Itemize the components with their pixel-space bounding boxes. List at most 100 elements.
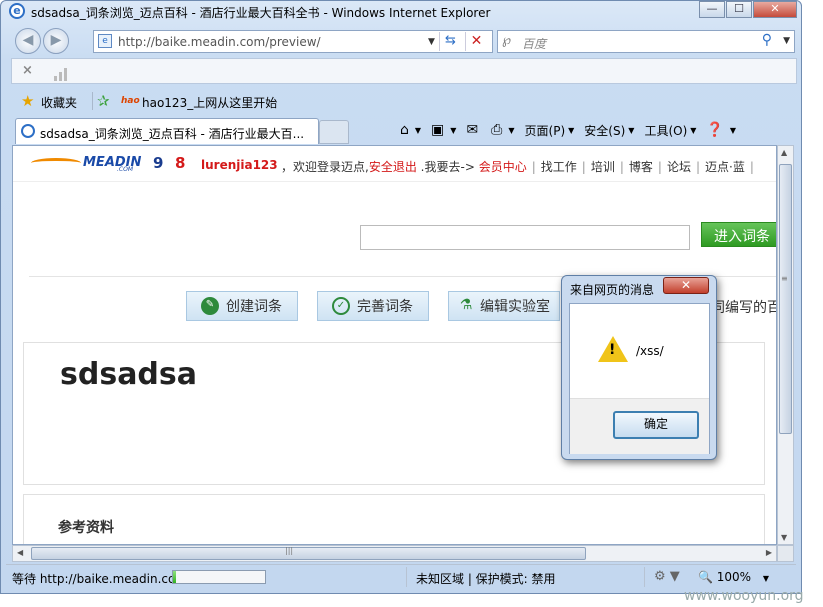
window-title: sdsadsa_词条浏览_迈点百科 - 酒店行业最大百科全书 - Windows… <box>31 6 491 20</box>
tools-menu-label: 工具(O) <box>644 123 688 138</box>
warning-mark: ! <box>609 342 616 358</box>
dialog-close-button[interactable]: ✕ <box>663 277 709 294</box>
search-box[interactable]: ℘ 百度 ⚲ ▼ <box>497 30 795 53</box>
help-button[interactable]: ❓ ▼ <box>701 119 741 141</box>
scroll-right-icon[interactable]: ▶ <box>766 548 772 557</box>
nav-link-blog[interactable]: 博客 <box>629 160 653 174</box>
navigation-bar: ◀ ▶ e http://baike.meadin.com/preview/ ▼… <box>1 26 801 56</box>
tab-label: sdsadsa_词条浏览_迈点百科 - 酒店行业最大百... <box>40 127 305 141</box>
status-divider <box>644 567 645 587</box>
vertical-grip-icon: ≡ <box>781 274 788 283</box>
mail-button[interactable]: ✉ <box>461 119 486 141</box>
nav-link-forum[interactable]: 论坛 <box>667 160 691 174</box>
nav-link-training[interactable]: 培训 <box>591 160 615 174</box>
dialog-title: 来自网页的消息 <box>570 283 655 297</box>
toolbar-close-icon[interactable]: × <box>22 63 33 78</box>
enter-entry-button[interactable]: 进入词条 <box>701 222 776 247</box>
feeds-button[interactable]: ▣ ▼ <box>426 119 461 141</box>
logo-9[interactable]: 9 <box>153 154 163 172</box>
entry-search-input[interactable] <box>360 225 690 250</box>
nav-link-jobs[interactable]: 找工作 <box>541 160 577 174</box>
scroll-down-icon[interactable]: ▼ <box>781 533 787 542</box>
username[interactable]: lurenjia123 <box>201 158 278 172</box>
logo-8[interactable]: 8 <box>175 154 185 172</box>
rss-icon: ▣ <box>431 122 445 138</box>
title-bar: e sdsadsa_词条浏览_迈点百科 - 酒店行业最大百科全书 - Windo… <box>1 1 801 23</box>
ok-button[interactable]: 确定 <box>613 411 699 439</box>
pencil-icon: ✎ <box>201 297 219 315</box>
print-button[interactable]: ⎙ ▼ <box>486 119 519 141</box>
security-zone[interactable]: 未知区域 | 保护模式: 禁用 <box>416 570 556 587</box>
scroll-left-icon[interactable]: ◀ <box>17 548 23 557</box>
tab-bar: sdsadsa_词条浏览_迈点百科 - 酒店行业最大百... ⌂ ▼ ▣ ▼ ✉ ⎙… <box>11 116 797 146</box>
address-url[interactable]: http://baike.meadin.com/preview/ <box>118 35 321 49</box>
nav-link-meadin-blue[interactable]: 迈点·蓝 <box>705 160 745 174</box>
improve-entry-button[interactable]: ✓ 完善词条 <box>317 291 429 321</box>
ie-logo-icon: e <box>9 3 25 19</box>
help-icon: ❓ <box>706 122 724 138</box>
window-controls: — ☐ ✕ <box>698 1 797 18</box>
hao123-logo-icon: hao <box>121 96 140 106</box>
site-header: MEADIN .COM 9 8 lurenjia123 ，欢迎登录迈点,安全退出… <box>13 146 776 182</box>
references-box: 参考资料 <box>23 494 765 544</box>
search-provider-icon: ℘ <box>502 33 512 48</box>
popup-blocker-icon[interactable]: ⚙ ▼ <box>654 569 680 584</box>
favorites-divider <box>92 92 93 110</box>
page-menu-label: 页面(P) <box>524 123 566 138</box>
address-dropdown-icon[interactable]: ▼ <box>428 37 435 47</box>
meadin-logo-sub: .COM <box>117 166 133 173</box>
alert-dialog: 来自网页的消息 ✕ ! /xss/ 确定 <box>561 275 717 460</box>
status-bar: 等待 http://baike.meadin.com 未知区域 | 保护模式: … <box>6 564 796 588</box>
address-bar[interactable]: e http://baike.meadin.com/preview/ ▼ ⇆ ✕ <box>93 30 493 53</box>
back-button[interactable]: ◀ <box>15 28 41 54</box>
zoom-control[interactable]: 🔍 100% ▼ <box>698 570 769 584</box>
logout-link[interactable]: 安全退出 <box>369 160 417 174</box>
edit-lab-button[interactable]: ⚗ 编辑实验室 <box>448 291 560 321</box>
maximize-button[interactable]: ☐ <box>726 1 752 18</box>
horizontal-scroll-thumb[interactable] <box>31 547 586 560</box>
close-window-button[interactable]: ✕ <box>753 1 797 18</box>
tools-menu[interactable]: 工具(O) ▼ <box>639 119 701 141</box>
improve-entry-label: 完善词条 <box>357 299 413 315</box>
progress-fill <box>173 571 176 583</box>
vertical-scroll-thumb[interactable] <box>779 164 792 434</box>
welcome-text: ，欢迎登录迈点, <box>281 160 369 174</box>
signal-icon <box>54 65 67 81</box>
vertical-scrollbar[interactable]: ▲ ≡ ▼ <box>777 145 794 545</box>
mail-icon: ✉ <box>466 122 479 138</box>
zoom-level: 100% <box>716 570 752 584</box>
search-icon[interactable]: ⚲ <box>762 32 772 48</box>
search-input[interactable]: 百度 <box>522 35 546 52</box>
scroll-up-icon[interactable]: ▲ <box>781 148 787 157</box>
member-center-link[interactable]: 会员中心 <box>479 160 527 174</box>
co-edit-link[interactable]: 同编写的百 <box>711 297 776 317</box>
add-favorite-icon[interactable]: ✰ <box>97 92 110 110</box>
check-icon: ✓ <box>332 297 350 315</box>
page-icon: e <box>98 34 112 48</box>
site-nav: ，欢迎登录迈点,安全退出 .我要去-> 会员中心 | 找工作 | 培训 | 博客 | 论坛 | 迈点… <box>281 160 754 174</box>
tab-current[interactable]: sdsadsa_词条浏览_迈点百科 - 酒店行业最大百... <box>15 118 319 144</box>
forward-button[interactable]: ▶ <box>43 28 69 54</box>
status-divider <box>406 567 407 587</box>
dialog-body: ! /xss/ 确定 <box>569 303 710 454</box>
meadin-swoosh-icon <box>31 158 81 168</box>
new-tab-button[interactable] <box>319 120 349 144</box>
create-entry-button[interactable]: ✎ 创建词条 <box>186 291 298 321</box>
refresh-icon[interactable]: ⇆ <box>439 32 461 51</box>
search-dropdown-icon[interactable]: ▼ <box>783 36 790 46</box>
minimize-button[interactable]: — <box>699 1 725 18</box>
safety-menu[interactable]: 安全(S) ▼ <box>579 119 639 141</box>
favorites-star-icon[interactable]: ★ <box>21 92 34 110</box>
horizontal-scrollbar[interactable]: ◀ ||| ▶ <box>12 545 777 562</box>
printer-icon: ⎙ <box>491 122 503 138</box>
favorites-bar: ★ 收藏夹 ✰ hao hao123_上网从这里开始 <box>11 88 797 114</box>
page-menu[interactable]: 页面(P) ▼ <box>520 119 580 141</box>
favorites-button[interactable]: 收藏夹 <box>41 94 77 111</box>
home-icon: ⌂ <box>400 122 409 138</box>
command-bar: ⌂ ▼ ▣ ▼ ✉ ⎙ ▼ 页面(P) ▼ 安全(S) ▼ 工具(O) ▼ ❓ ▼ <box>395 119 741 141</box>
watermark: www.wooyun.org <box>684 588 804 604</box>
favorite-link-hao123[interactable]: hao123_上网从这里开始 <box>142 94 277 111</box>
stop-icon[interactable]: ✕ <box>465 32 487 51</box>
home-button[interactable]: ⌂ ▼ <box>395 119 426 141</box>
create-entry-label: 创建词条 <box>226 299 282 315</box>
